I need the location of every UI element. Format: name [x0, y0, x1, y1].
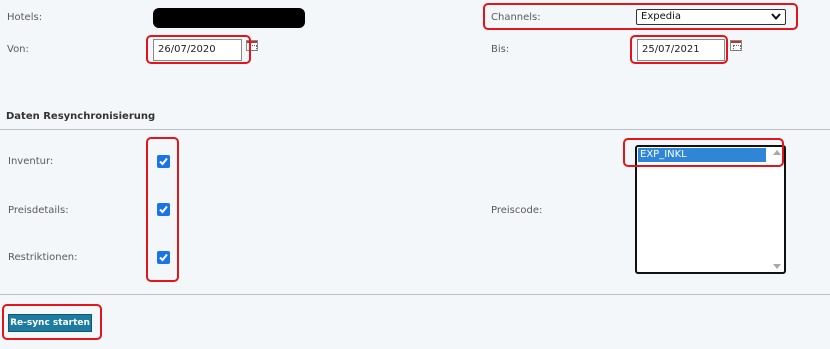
restriktionen-label: Restriktionen: [8, 252, 78, 263]
highlight-bis [630, 35, 728, 64]
highlight-von [146, 35, 251, 64]
scroll-down-arrow[interactable] [773, 264, 781, 269]
highlight-preiscode [623, 138, 784, 167]
bis-label: Bis: [491, 44, 510, 55]
hotels-label: Hotels: [7, 12, 43, 23]
von-label: Von: [7, 44, 29, 55]
calendar-icon[interactable] [730, 40, 742, 51]
hotel-name-redacted [153, 8, 305, 28]
inventur-label: Inventur: [8, 156, 54, 167]
section-divider [0, 129, 830, 130]
preisdetails-label: Preisdetails: [8, 205, 69, 216]
bottom-divider [0, 294, 830, 295]
preiscode-label: Preiscode: [491, 205, 543, 216]
highlight-checkboxes [146, 137, 179, 282]
highlight-channels [483, 3, 798, 30]
section-title: Daten Resynchronisierung [6, 111, 156, 122]
highlight-start-button [2, 304, 102, 340]
